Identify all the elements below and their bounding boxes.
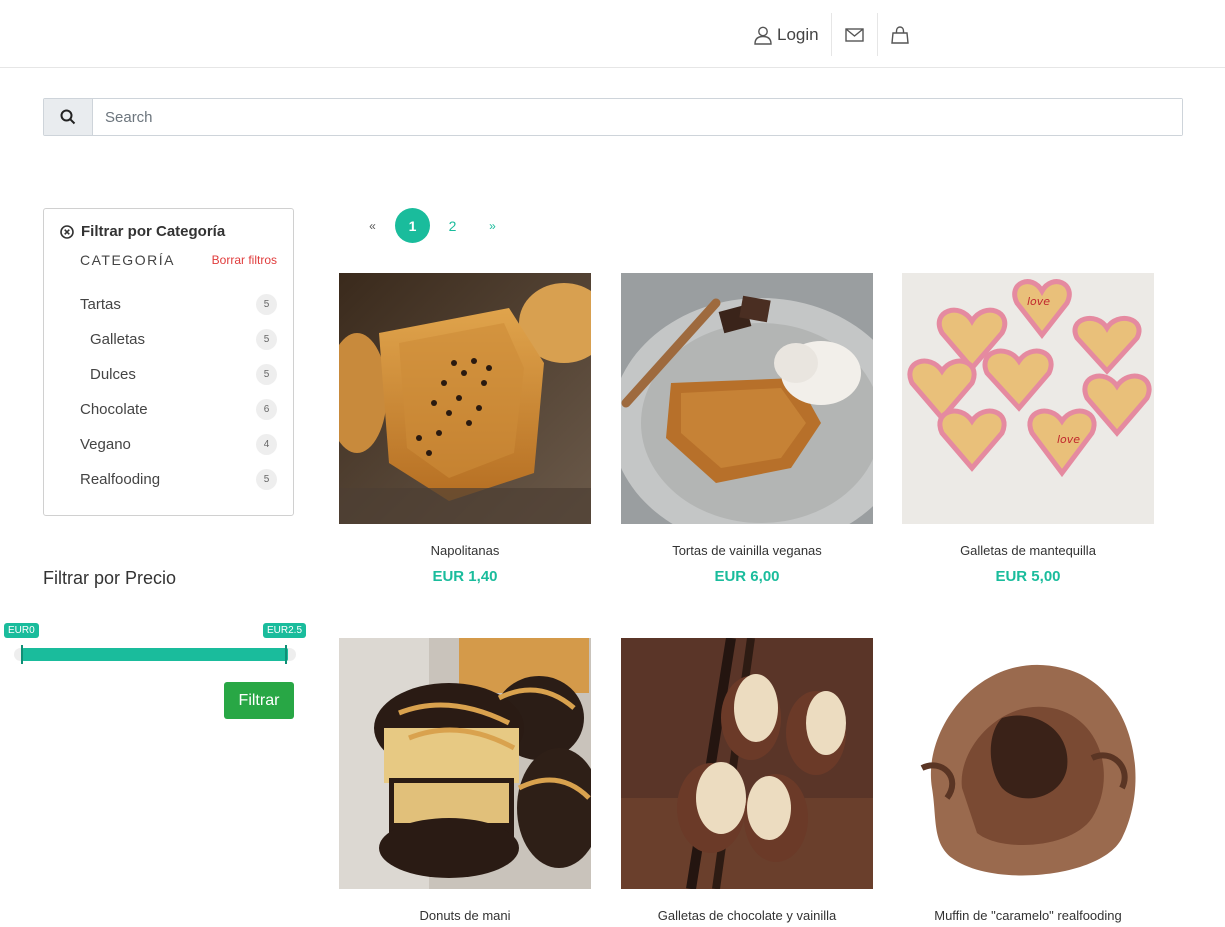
slider-min-handle[interactable] bbox=[21, 645, 23, 664]
category-item-chocolate[interactable]: Chocolate 6 bbox=[60, 392, 277, 427]
product-price: EUR 6,00 bbox=[714, 568, 780, 585]
slider-max-tooltip: EUR2.5 bbox=[263, 623, 307, 638]
price-range-slider[interactable]: EUR0 EUR2.5 bbox=[4, 620, 307, 670]
category-label: Tartas bbox=[80, 296, 121, 313]
product-card[interactable]: Tortas de vainilla veganas EUR 6,00 bbox=[621, 273, 873, 585]
category-label: Chocolate bbox=[80, 401, 148, 418]
category-list: Tartas 5 Galletas 5 Dulces 5 Chocolate 6… bbox=[60, 287, 277, 497]
category-filter-title-text: Filtrar por Categoría bbox=[81, 223, 226, 240]
pagination: « 1 2 » bbox=[355, 208, 515, 243]
category-count-badge: 4 bbox=[256, 434, 277, 455]
category-count-badge: 5 bbox=[256, 364, 277, 385]
category-item-galletas[interactable]: Galletas 5 bbox=[60, 322, 277, 357]
product-name[interactable]: Muffin de "caramelo" realfooding bbox=[902, 908, 1154, 923]
pagination-next[interactable]: » bbox=[475, 208, 510, 243]
login-link[interactable]: Login bbox=[745, 13, 831, 56]
slider-min-tooltip: EUR0 bbox=[4, 623, 39, 638]
user-icon bbox=[754, 26, 772, 45]
product-image[interactable] bbox=[339, 273, 591, 524]
category-header-row: CATEGORÍA Borrar filtros bbox=[60, 252, 277, 268]
product-name[interactable]: Galletas de mantequilla bbox=[902, 543, 1154, 558]
svg-text:love: love bbox=[1057, 433, 1080, 446]
search-bar bbox=[43, 98, 1183, 136]
search-input[interactable] bbox=[93, 99, 1182, 135]
filter-button[interactable]: Filtrar bbox=[224, 682, 294, 719]
close-circle-icon[interactable] bbox=[60, 224, 74, 239]
cart-button[interactable] bbox=[878, 13, 923, 56]
product-image[interactable] bbox=[621, 638, 873, 889]
slider-selection bbox=[22, 648, 288, 661]
product-name[interactable]: Donuts de mani bbox=[339, 908, 591, 923]
shopping-bag-icon bbox=[891, 25, 909, 44]
category-item-realfooding[interactable]: Realfooding 5 bbox=[60, 462, 277, 497]
pagination-page-2[interactable]: 2 bbox=[435, 208, 470, 243]
product-image[interactable] bbox=[339, 638, 591, 889]
category-label: Dulces bbox=[90, 366, 136, 383]
category-heading: CATEGORÍA bbox=[80, 252, 175, 268]
product-name[interactable]: Tortas de vainilla veganas bbox=[621, 543, 873, 558]
category-count-badge: 5 bbox=[256, 469, 277, 490]
category-item-dulces[interactable]: Dulces 5 bbox=[60, 357, 277, 392]
price-filter-title: Filtrar por Precio bbox=[43, 568, 177, 588]
category-item-vegano[interactable]: Vegano 4 bbox=[60, 427, 277, 462]
category-label: Vegano bbox=[80, 436, 131, 453]
top-header: Login bbox=[0, 0, 1225, 68]
product-card[interactable]: Galletas de chocolate y vainilla bbox=[621, 638, 873, 923]
category-count-badge: 5 bbox=[256, 294, 277, 315]
product-card[interactable]: love love Galletas de mantequilla EUR 5,… bbox=[902, 273, 1154, 585]
product-price: EUR 5,00 bbox=[995, 568, 1061, 585]
product-card[interactable]: Napolitanas EUR 1,40 bbox=[339, 273, 591, 585]
category-filter-panel: Filtrar por Categoría CATEGORÍA Borrar f… bbox=[43, 208, 294, 516]
category-count-badge: 6 bbox=[256, 399, 277, 420]
category-item-tartas[interactable]: Tartas 5 bbox=[60, 287, 277, 322]
pagination-page-1[interactable]: 1 bbox=[395, 208, 430, 243]
category-label: Realfooding bbox=[80, 471, 161, 488]
clear-filters-link[interactable]: Borrar filtros bbox=[212, 253, 277, 267]
product-price: EUR 1,40 bbox=[432, 568, 498, 585]
login-label: Login bbox=[777, 24, 819, 44]
search-button[interactable] bbox=[44, 99, 93, 135]
product-image[interactable]: love love bbox=[902, 273, 1154, 524]
product-name[interactable]: Napolitanas bbox=[339, 543, 591, 558]
top-nav: Login bbox=[745, 13, 923, 56]
product-image[interactable] bbox=[621, 273, 873, 524]
search-icon bbox=[60, 109, 76, 125]
category-label: Galletas bbox=[90, 331, 146, 348]
mail-button[interactable] bbox=[832, 13, 877, 56]
svg-text:love: love bbox=[1027, 295, 1050, 308]
product-image[interactable] bbox=[902, 638, 1154, 889]
product-card[interactable]: Donuts de mani bbox=[339, 638, 591, 923]
product-name[interactable]: Galletas de chocolate y vainilla bbox=[621, 908, 873, 923]
slider-max-handle[interactable] bbox=[285, 645, 287, 664]
category-count-badge: 5 bbox=[256, 329, 277, 350]
category-filter-title: Filtrar por Categoría bbox=[60, 223, 277, 240]
product-card[interactable]: Muffin de "caramelo" realfooding bbox=[902, 638, 1154, 923]
mail-icon bbox=[844, 27, 864, 42]
pagination-prev[interactable]: « bbox=[355, 208, 390, 243]
